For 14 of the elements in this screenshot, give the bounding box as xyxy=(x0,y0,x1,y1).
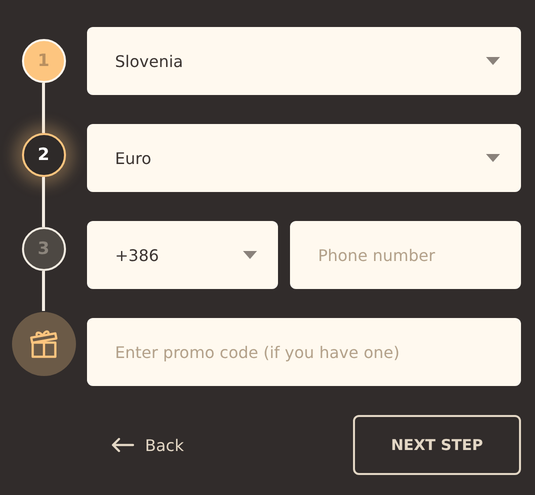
arrow-left-icon xyxy=(111,437,135,453)
step-number: 2 xyxy=(22,133,66,177)
next-step-button[interactable]: NEXT STEP xyxy=(353,415,521,475)
caret-icon xyxy=(486,57,500,65)
caret-icon xyxy=(242,251,257,259)
country-select[interactable]: Slovenia xyxy=(87,27,521,95)
promo-code-field[interactable]: Enter promo code (if you have one) xyxy=(87,318,521,386)
phone-code-select[interactable]: +386 xyxy=(87,221,278,289)
phone-field[interactable]: Phone number xyxy=(290,221,521,289)
step-number: 3 xyxy=(22,227,66,271)
back-button[interactable]: Back xyxy=(87,436,184,454)
step-number: 1 xyxy=(22,39,66,83)
caret-icon xyxy=(486,154,500,162)
currency-select[interactable]: Euro xyxy=(87,124,521,192)
